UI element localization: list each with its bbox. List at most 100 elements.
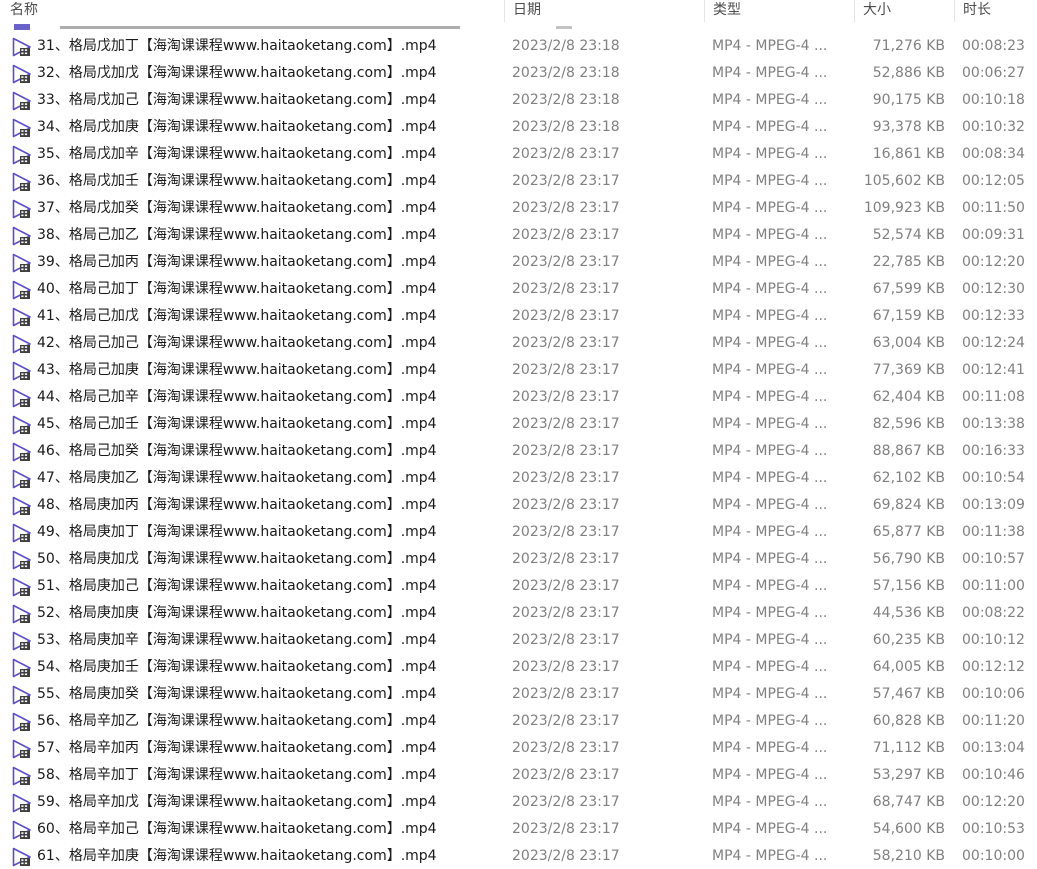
video-file-icon — [11, 114, 33, 141]
file-list: 31、格局戊加丁【海淘课课程www.haitaoketang.com】.mp4 … — [0, 33, 1037, 869]
partial-row-name — [60, 26, 460, 29]
file-date: 2023/2/8 23:17 — [512, 173, 620, 189]
column-header-name[interactable]: 名称 — [6, 0, 504, 22]
file-name: 52、格局庚加庚【海淘课课程www.haitaoketang.com】.mp4 — [37, 605, 437, 621]
file-row[interactable]: 42、格局己加己【海淘课课程www.haitaoketang.com】.mp4 … — [0, 330, 1037, 357]
file-date: 2023/2/8 23:17 — [512, 416, 620, 432]
file-duration: 00:10:54 — [962, 470, 1025, 486]
file-duration: 00:10:00 — [962, 848, 1025, 864]
file-date: 2023/2/8 23:17 — [512, 497, 620, 513]
file-row[interactable]: 43、格局己加庚【海淘课课程www.haitaoketang.com】.mp4 … — [0, 357, 1037, 384]
file-row[interactable]: 39、格局己加丙【海淘课课程www.haitaoketang.com】.mp4 … — [0, 249, 1037, 276]
file-name: 54、格局庚加壬【海淘课课程www.haitaoketang.com】.mp4 — [37, 659, 437, 675]
file-row[interactable]: 57、格局辛加丙【海淘课课程www.haitaoketang.com】.mp4 … — [0, 735, 1037, 762]
file-row[interactable]: 31、格局戊加丁【海淘课课程www.haitaoketang.com】.mp4 … — [0, 33, 1037, 60]
file-type: MP4 - MPEG-4 ... — [712, 713, 828, 729]
file-row[interactable]: 32、格局戊加戊【海淘课课程www.haitaoketang.com】.mp4 … — [0, 60, 1037, 87]
file-row[interactable]: 52、格局庚加庚【海淘课课程www.haitaoketang.com】.mp4 … — [0, 600, 1037, 627]
file-size: 44,536 KB — [872, 605, 945, 621]
file-row[interactable]: 44、格局己加辛【海淘课课程www.haitaoketang.com】.mp4 … — [0, 384, 1037, 411]
file-size: 82,596 KB — [872, 416, 945, 432]
file-type: MP4 - MPEG-4 ... — [712, 632, 828, 648]
file-row[interactable]: 45、格局己加壬【海淘课课程www.haitaoketang.com】.mp4 … — [0, 411, 1037, 438]
file-row[interactable]: 38、格局己加乙【海淘课课程www.haitaoketang.com】.mp4 … — [0, 222, 1037, 249]
file-row[interactable]: 54、格局庚加壬【海淘课课程www.haitaoketang.com】.mp4 … — [0, 654, 1037, 681]
file-row[interactable]: 53、格局庚加辛【海淘课课程www.haitaoketang.com】.mp4 … — [0, 627, 1037, 654]
video-file-icon — [11, 141, 33, 168]
file-type: MP4 - MPEG-4 ... — [712, 848, 828, 864]
file-size: 93,378 KB — [872, 119, 945, 135]
column-header-size[interactable]: 大小 — [854, 0, 954, 22]
file-row[interactable]: 60、格局辛加己【海淘课课程www.haitaoketang.com】.mp4 … — [0, 816, 1037, 843]
file-row[interactable]: 61、格局辛加庚【海淘课课程www.haitaoketang.com】.mp4 … — [0, 843, 1037, 869]
file-row[interactable]: 37、格局戊加癸【海淘课课程www.haitaoketang.com】.mp4 … — [0, 195, 1037, 222]
file-type: MP4 - MPEG-4 ... — [712, 767, 828, 783]
file-name: 45、格局己加壬【海淘课课程www.haitaoketang.com】.mp4 — [37, 416, 437, 432]
column-header-type[interactable]: 类型 — [704, 0, 854, 22]
file-type: MP4 - MPEG-4 ... — [712, 335, 828, 351]
video-file-icon — [11, 843, 33, 869]
video-file-icon — [11, 681, 33, 708]
column-header-date[interactable]: 日期 — [504, 0, 704, 22]
file-row[interactable]: 34、格局戊加庚【海淘课课程www.haitaoketang.com】.mp4 … — [0, 114, 1037, 141]
video-file-icon — [11, 249, 33, 276]
file-date: 2023/2/8 23:17 — [512, 200, 620, 216]
video-file-icon — [11, 519, 33, 546]
video-file-icon — [11, 735, 33, 762]
file-name: 47、格局庚加乙【海淘课课程www.haitaoketang.com】.mp4 — [37, 470, 437, 486]
file-size: 57,156 KB — [872, 578, 945, 594]
file-type: MP4 - MPEG-4 ... — [712, 227, 828, 243]
video-file-icon — [11, 465, 33, 492]
file-type: MP4 - MPEG-4 ... — [712, 281, 828, 297]
partial-row-date — [556, 26, 572, 29]
file-name: 34、格局戊加庚【海淘课课程www.haitaoketang.com】.mp4 — [37, 119, 437, 135]
file-row[interactable]: 48、格局庚加丙【海淘课课程www.haitaoketang.com】.mp4 … — [0, 492, 1037, 519]
file-row[interactable]: 55、格局庚加癸【海淘课课程www.haitaoketang.com】.mp4 … — [0, 681, 1037, 708]
file-name: 42、格局己加己【海淘课课程www.haitaoketang.com】.mp4 — [37, 335, 437, 351]
file-row[interactable]: 40、格局己加丁【海淘课课程www.haitaoketang.com】.mp4 … — [0, 276, 1037, 303]
file-row[interactable]: 49、格局庚加丁【海淘课课程www.haitaoketang.com】.mp4 … — [0, 519, 1037, 546]
video-file-icon — [11, 600, 33, 627]
file-name: 57、格局辛加丙【海淘课课程www.haitaoketang.com】.mp4 — [37, 740, 437, 756]
file-row[interactable]: 33、格局戊加己【海淘课课程www.haitaoketang.com】.mp4 … — [0, 87, 1037, 114]
file-name: 50、格局庚加戊【海淘课课程www.haitaoketang.com】.mp4 — [37, 551, 437, 567]
file-size: 68,747 KB — [872, 794, 945, 810]
file-row[interactable]: 35、格局戊加辛【海淘课课程www.haitaoketang.com】.mp4 … — [0, 141, 1037, 168]
file-row[interactable]: 47、格局庚加乙【海淘课课程www.haitaoketang.com】.mp4 … — [0, 465, 1037, 492]
video-file-icon — [11, 438, 33, 465]
file-name: 31、格局戊加丁【海淘课课程www.haitaoketang.com】.mp4 — [37, 38, 437, 54]
file-row[interactable]: 50、格局庚加戊【海淘课课程www.haitaoketang.com】.mp4 … — [0, 546, 1037, 573]
file-type: MP4 - MPEG-4 ... — [712, 146, 828, 162]
file-row[interactable]: 36、格局戊加壬【海淘课课程www.haitaoketang.com】.mp4 … — [0, 168, 1037, 195]
file-date: 2023/2/8 23:17 — [512, 470, 620, 486]
file-type: MP4 - MPEG-4 ... — [712, 65, 828, 81]
file-date: 2023/2/8 23:17 — [512, 740, 620, 756]
file-date: 2023/2/8 23:18 — [512, 119, 620, 135]
file-row[interactable]: 56、格局辛加乙【海淘课课程www.haitaoketang.com】.mp4 … — [0, 708, 1037, 735]
file-type: MP4 - MPEG-4 ... — [712, 416, 828, 432]
video-file-icon — [11, 276, 33, 303]
file-date: 2023/2/8 23:18 — [512, 65, 620, 81]
file-size: 62,404 KB — [872, 389, 945, 405]
file-duration: 00:06:27 — [962, 65, 1025, 81]
file-row[interactable]: 59、格局辛加戊【海淘课课程www.haitaoketang.com】.mp4 … — [0, 789, 1037, 816]
video-file-icon — [11, 708, 33, 735]
file-row[interactable]: 41、格局己加戊【海淘课课程www.haitaoketang.com】.mp4 … — [0, 303, 1037, 330]
column-header-duration[interactable]: 时长 — [954, 0, 1037, 22]
file-size: 63,004 KB — [872, 335, 945, 351]
file-row[interactable]: 51、格局庚加己【海淘课课程www.haitaoketang.com】.mp4 … — [0, 573, 1037, 600]
file-type: MP4 - MPEG-4 ... — [712, 308, 828, 324]
video-file-icon — [11, 384, 33, 411]
file-date: 2023/2/8 23:17 — [512, 794, 620, 810]
file-row[interactable]: 46、格局己加癸【海淘课课程www.haitaoketang.com】.mp4 … — [0, 438, 1037, 465]
file-size: 67,159 KB — [872, 308, 945, 324]
video-file-icon — [11, 195, 33, 222]
file-duration: 00:13:09 — [962, 497, 1025, 513]
file-duration: 00:10:32 — [962, 119, 1025, 135]
file-duration: 00:13:04 — [962, 740, 1025, 756]
file-size: 71,112 KB — [872, 740, 945, 756]
file-type: MP4 - MPEG-4 ... — [712, 443, 828, 459]
file-size: 54,600 KB — [872, 821, 945, 837]
file-name: 35、格局戊加辛【海淘课课程www.haitaoketang.com】.mp4 — [37, 146, 437, 162]
file-row[interactable]: 58、格局辛加丁【海淘课课程www.haitaoketang.com】.mp4 … — [0, 762, 1037, 789]
